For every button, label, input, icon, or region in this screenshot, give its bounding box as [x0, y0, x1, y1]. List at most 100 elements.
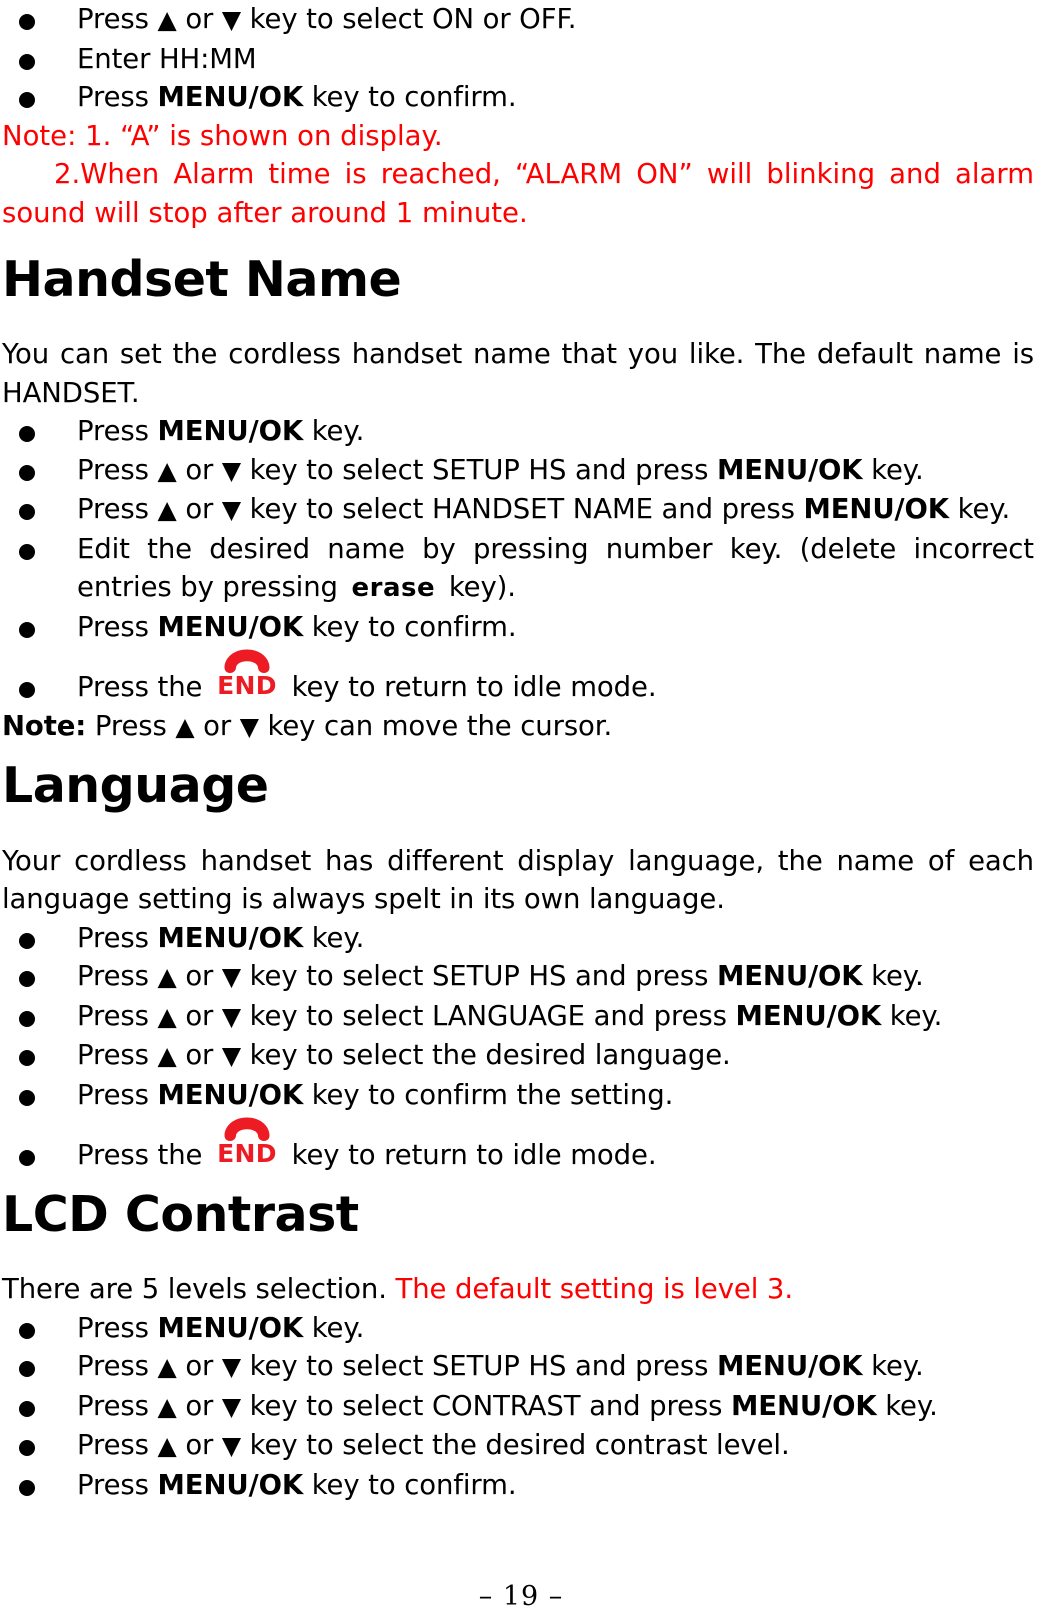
note-text: 2.When Alarm time is reached, “ALARM ON”… [2, 158, 1034, 229]
bullet-text-mid: key to select SETUP HS and press [241, 960, 717, 993]
bullet-text-press: Press [77, 960, 158, 993]
bullet-text-press: Press [77, 1389, 158, 1422]
list-item: Press ▲ or ▼ key to select the desired l… [2, 1036, 1034, 1076]
alarm-bullet-list: Press ▲ or ▼ key to select ON or OFF. En… [2, 0, 1034, 232]
arrow-up-icon: ▲ [157, 1391, 177, 1421]
menu-ok-key-label: MENU/OK [735, 999, 882, 1032]
bullet-text-press: Press [77, 453, 158, 486]
manual-page: Press ▲ or ▼ key to select ON or OFF. En… [0, 0, 1042, 1624]
lcd-contrast-bullet-list: Press MENU/OK key. Press ▲ or ▼ key to s… [2, 1309, 1034, 1505]
menu-ok-key-label: MENU/OK [157, 1311, 304, 1344]
list-item: Press ▲ or ▼ key to select SETUP HS and … [2, 451, 1034, 491]
note-text-or: or [194, 709, 240, 742]
bullet-text-tail: key to select the desired contrast level… [241, 1429, 790, 1462]
arrow-down-icon: ▼ [239, 711, 259, 741]
bullet-text-press: Press [77, 921, 158, 954]
section-heading-handset-name: Handset Name [2, 251, 402, 308]
arrow-down-icon: ▼ [221, 1041, 242, 1071]
arrow-up-icon: ▲ [157, 455, 177, 485]
bullet-text-or: or [176, 1039, 222, 1072]
bullet-text-press: Press [77, 1039, 158, 1072]
arrow-up-icon: ▲ [157, 1041, 177, 1071]
handset-name-note: Note: Press ▲ or ▼ key can move the curs… [2, 707, 1034, 747]
list-item: Press MENU/OK key. [2, 919, 1034, 958]
list-item: Press ▲ or ▼ key to select SETUP HS and … [2, 1347, 1034, 1387]
list-item: Press the END key to return to idle mode… [2, 1117, 1034, 1175]
bullet-text-mid: key to select HANDSET NAME and press [241, 493, 804, 526]
language-intro: Your cordless handset has different disp… [2, 844, 1034, 916]
list-item: Press ▲ or ▼ key to select LANGUAGE and … [2, 997, 1034, 1037]
handset-name-bullet-list: Press MENU/OK key. Press ▲ or ▼ key to s… [2, 412, 1034, 746]
bullet-text-mid: key to select SETUP HS and press [241, 453, 717, 486]
bullet-text-press: Press [77, 1078, 158, 1111]
language-bullet-list: Press MENU/OK key. Press ▲ or ▼ key to s… [2, 919, 1034, 1175]
bullet-text-or: or [176, 1389, 222, 1422]
alarm-note-line-2: 2.When Alarm time is reached, “ALARM ON”… [2, 155, 1034, 232]
arrow-up-icon: ▲ [157, 495, 177, 525]
bullet-text-tail: key. [303, 415, 365, 448]
list-item: Press ▲ or ▼ key to select HANDSET NAME … [2, 490, 1034, 530]
bullet-text-tail: key. [862, 453, 924, 486]
handset-name-intro: You can set the cordless handset name th… [2, 338, 1034, 409]
erase-key-label: erase [351, 573, 436, 604]
list-item: Press MENU/OK key to confirm. [2, 1466, 1034, 1505]
arrow-down-icon: ▼ [221, 495, 242, 525]
menu-ok-key-label: MENU/OK [157, 1078, 304, 1111]
list-item: Press MENU/OK key. [2, 412, 1034, 451]
arrow-up-icon: ▲ [157, 1352, 177, 1382]
note-text-tail: key can move the cursor. [258, 709, 613, 742]
bullet-text-tail: key to select ON or OFF. [241, 3, 577, 35]
bullet-text-press: Press [77, 493, 158, 526]
page-number: – 19 – [478, 1581, 564, 1612]
bullet-text-tail: key. [948, 493, 1011, 526]
bullet-text-press: Press [77, 3, 158, 35]
arrow-down-icon: ▼ [221, 962, 242, 992]
list-item: Edit the desired name by pressing number… [2, 530, 1034, 608]
bullet-text-or: or [176, 960, 222, 993]
arrow-up-icon: ▲ [157, 5, 177, 34]
bullet-text-press: Press [77, 999, 158, 1032]
lcd-intro-text: There are 5 levels selection. [2, 1273, 396, 1306]
menu-ok-key-label: MENU/OK [157, 1468, 304, 1501]
bullet-text-tail: key. [862, 960, 924, 993]
bullet-text-edit: Edit the desired name by pressing number… [77, 532, 1034, 604]
list-item: Press MENU/OK key to confirm. [2, 78, 1034, 117]
list-item: Press ▲ or ▼ key to select the desired c… [2, 1426, 1034, 1466]
bullet-text-or: or [176, 1350, 222, 1383]
end-key-label: END [217, 1139, 277, 1169]
bullet-text-press: Press [77, 1468, 158, 1501]
end-key-label: END [217, 671, 277, 701]
menu-ok-key-label: MENU/OK [716, 1350, 863, 1383]
bullet-text-mid: key to select CONTRAST and press [241, 1389, 732, 1422]
note-text: Note: 1. “A” is shown on display. [2, 119, 443, 152]
menu-ok-key-label: MENU/OK [803, 493, 949, 526]
bullet-text-tail: key to confirm. [303, 81, 517, 113]
bullet-text-mid: key to select LANGUAGE and press [241, 999, 736, 1032]
lcd-default-setting-text: The default setting is level 3. [395, 1273, 794, 1306]
bullet-text-press: Press [77, 81, 158, 113]
list-item: Press the END key to return to idle mode… [2, 649, 1034, 707]
bullet-text-enter-hhmm: Enter HH:MM [77, 42, 257, 75]
arrow-up-icon: ▲ [175, 711, 195, 741]
bullet-text-tail: key to select the desired language. [241, 1039, 731, 1072]
bullet-text-or: or [176, 493, 222, 526]
bullet-text-press: Press [77, 610, 158, 643]
list-item: Press MENU/OK key to confirm the setting… [2, 1076, 1034, 1115]
bullet-text-press: Press [77, 1429, 158, 1462]
bullet-text-tail: key. [876, 1389, 938, 1422]
bullet-text-tail: key to return to idle mode. [283, 671, 657, 704]
bullet-text-tail: key. [303, 1311, 365, 1344]
bullet-text-press: Press [77, 1350, 158, 1383]
section-heading-lcd-contrast: LCD Contrast [2, 1185, 359, 1243]
arrow-down-icon: ▼ [221, 1431, 242, 1461]
bullet-text-press: Press [77, 415, 158, 448]
bullet-text-press-the: Press the [77, 671, 211, 704]
menu-ok-key-label: MENU/OK [157, 921, 304, 954]
menu-ok-key-label: MENU/OK [716, 960, 863, 993]
section-heading-language: Language [2, 757, 269, 815]
alarm-note-line-1: Note: 1. “A” is shown on display. [2, 117, 1034, 156]
end-key-icon: END [216, 1117, 278, 1169]
menu-ok-key-label: MENU/OK [157, 81, 304, 113]
arrow-down-icon: ▼ [221, 455, 242, 485]
list-item: Press MENU/OK key to confirm. [2, 608, 1034, 647]
